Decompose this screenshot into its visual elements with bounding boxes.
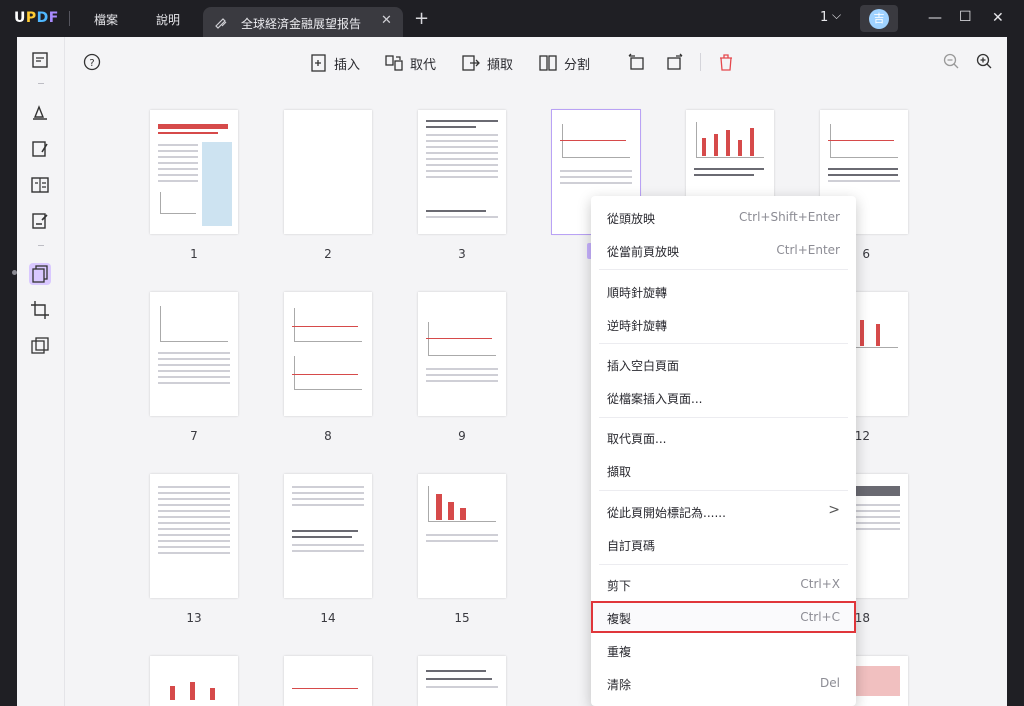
organize-pages-icon <box>32 265 48 283</box>
help-icon[interactable]: ? <box>83 53 101 71</box>
page-number: 13 <box>186 611 202 625</box>
new-tab-icon[interactable]: + <box>414 8 429 29</box>
chevron-right-icon: > <box>828 502 840 518</box>
menu-separator <box>599 269 848 270</box>
zoom-out-icon[interactable] <box>942 52 960 70</box>
menu-item-play-from-current[interactable]: 從當前頁放映 Ctrl+Enter <box>591 235 856 265</box>
page-thumbnail[interactable] <box>150 110 238 234</box>
form-tool-icon[interactable] <box>29 174 51 196</box>
organize-toolbar: ? 插入 取代 擷取 分割 <box>66 37 1024 89</box>
menu-separator <box>599 417 848 418</box>
right-edge <box>1007 37 1024 706</box>
zoom-in-icon[interactable] <box>975 52 993 70</box>
tab-close-icon[interactable]: ✕ <box>381 13 392 28</box>
sign-tool-icon[interactable] <box>29 210 51 232</box>
insert-button[interactable]: 插入 <box>308 51 368 75</box>
replace-icon <box>385 55 403 71</box>
maximize-icon[interactable]: ☐ <box>959 9 972 25</box>
menu-file[interactable]: 檔案 <box>94 11 118 28</box>
minimize-icon[interactable]: — <box>928 10 942 26</box>
extract-icon <box>462 55 480 71</box>
replace-button[interactable]: 取代 <box>384 51 444 75</box>
menu-item-insert-from-file[interactable]: 從檔案插入頁面... <box>591 382 856 412</box>
edit-pdf-icon[interactable] <box>29 138 51 160</box>
chevron-down-icon[interactable]: ⌵ <box>832 8 841 23</box>
menu-help[interactable]: 說明 <box>156 11 180 28</box>
menu-item-rotate-clockwise[interactable]: 順時針旋轉 <box>591 276 856 306</box>
delete-page-icon[interactable] <box>716 52 736 72</box>
page-number: 15 <box>454 611 470 625</box>
avatar: 吉 <box>869 9 889 29</box>
reader-mode-icon[interactable] <box>29 49 51 71</box>
menu-item-custom-page-number[interactable]: 自訂頁碼 <box>591 529 856 559</box>
page-number: 1 <box>190 247 198 261</box>
tab-title: 全球経済金融展望报告 <box>241 17 362 31</box>
svg-text:?: ? <box>89 58 94 69</box>
toolbar-divider <box>700 53 701 71</box>
rotate-left-icon[interactable] <box>626 52 646 72</box>
page-thumbnail[interactable] <box>418 110 506 234</box>
page-number: 7 <box>190 429 198 443</box>
page-number: 8 <box>324 429 332 443</box>
menu-item-delete[interactable]: 清除 Del <box>591 668 856 698</box>
page-thumbnail[interactable] <box>284 110 372 234</box>
menu-item-cut[interactable]: 剪下 Ctrl+X <box>591 569 856 599</box>
extract-button[interactable]: 擷取 <box>461 51 521 75</box>
page-thumbnail[interactable] <box>418 292 506 416</box>
page-thumbnail[interactable] <box>150 474 238 598</box>
panel-toggle-dot[interactable] <box>12 270 17 275</box>
page-thumbnail[interactable] <box>284 292 372 416</box>
close-window-icon[interactable]: ✕ <box>992 10 1004 26</box>
menu-item-duplicate[interactable]: 重複 <box>591 635 856 665</box>
left-sidebar <box>17 37 65 706</box>
insert-icon <box>311 54 326 72</box>
comment-tool-icon[interactable] <box>29 101 51 123</box>
page-thumbnail[interactable] <box>150 656 238 706</box>
page-thumbnail[interactable] <box>418 474 506 598</box>
page-thumbnail[interactable] <box>284 474 372 598</box>
split-button[interactable]: 分割 <box>538 51 598 75</box>
menu-item-play-from-start[interactable]: 從頭放映 Ctrl+Shift+Enter <box>591 202 856 232</box>
menu-separator <box>599 343 848 344</box>
crop-tool-icon[interactable] <box>29 299 51 321</box>
organize-pages-button[interactable] <box>29 263 51 285</box>
page-thumbnail[interactable] <box>150 292 238 416</box>
menu-separator <box>599 490 848 491</box>
page-number: 2 <box>324 247 332 261</box>
sidebar-divider <box>38 83 44 84</box>
document-tab[interactable]: 全球経済金融展望报告 ✕ <box>203 7 403 37</box>
updf-logo: UPDF <box>14 10 59 26</box>
page-number: 14 <box>320 611 336 625</box>
menu-item-label-from-page[interactable]: 從此頁開始標記為...... > <box>591 496 856 526</box>
menu-item-copy[interactable]: 複製 Ctrl+C <box>591 601 856 633</box>
window-count[interactable]: 1 <box>820 10 828 25</box>
title-divider <box>69 11 70 26</box>
account-button[interactable]: 吉 <box>860 5 898 32</box>
title-bar: UPDF 檔案 說明 全球経済金融展望报告 ✕ + 1 ⌵ 吉 — ☐ ✕ <box>0 0 1024 37</box>
menu-separator <box>599 564 848 565</box>
rotate-right-icon[interactable] <box>665 52 685 72</box>
page-thumbnail[interactable] <box>284 656 372 706</box>
menu-item-rotate-counterclockwise[interactable]: 逆時針旋轉 <box>591 309 856 339</box>
menu-item-insert-blank-page[interactable]: 插入空白頁面 <box>591 349 856 379</box>
page-number: 3 <box>458 247 466 261</box>
page-number: 9 <box>458 429 466 443</box>
context-menu: 從頭放映 Ctrl+Shift+Enter 從當前頁放映 Ctrl+Enter 順時… <box>591 196 856 706</box>
page-tools-icon[interactable] <box>29 335 51 357</box>
sidebar-divider <box>38 245 44 246</box>
page-thumbnail[interactable] <box>418 656 506 706</box>
menu-item-replace-pages[interactable]: 取代頁面... <box>591 422 856 452</box>
document-tab-icon <box>215 18 227 29</box>
menu-item-extract[interactable]: 擷取 <box>591 455 856 485</box>
split-icon <box>539 55 557 71</box>
